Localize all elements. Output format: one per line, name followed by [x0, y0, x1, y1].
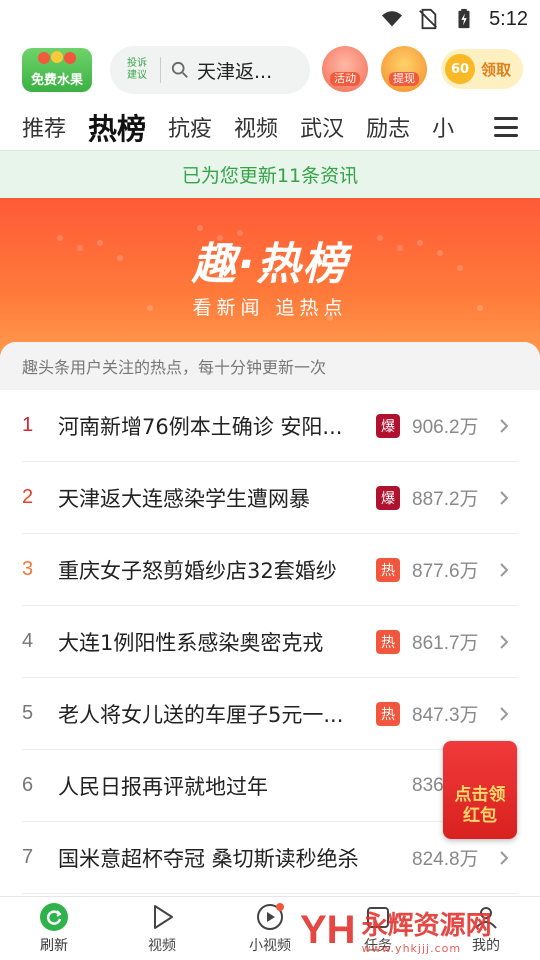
- news-title: 大连1例阳性系感染奥密克戎: [58, 630, 324, 655]
- activity-label: 活动: [330, 72, 360, 86]
- search-divider: [160, 57, 161, 83]
- hot-badge: 热: [376, 701, 400, 726]
- explosive-badge: 爆: [376, 485, 400, 510]
- activity-button[interactable]: 活动: [322, 46, 368, 92]
- news-title: 人民日报再评就地过年: [58, 774, 268, 799]
- free-fruit-button[interactable]: 免费水果: [22, 48, 92, 92]
- heat-count: 906.2万: [412, 417, 479, 438]
- nav-profile[interactable]: 我的: [432, 897, 540, 960]
- heat-count: 861.7万: [412, 633, 479, 654]
- nav-task[interactable]: 任务: [324, 897, 432, 960]
- nav-refresh-label: 刷新: [40, 938, 68, 954]
- rank-number: 7: [22, 846, 34, 868]
- nav-task-label: 任务: [364, 938, 392, 954]
- tab-inspiration[interactable]: 励志: [366, 111, 410, 143]
- clock: 5:12: [489, 7, 528, 30]
- update-notice: 已为您更新11条资讯: [0, 150, 540, 198]
- nav-profile-label: 我的: [472, 938, 500, 954]
- news-title: 老人将女儿送的车厘子5元一...: [58, 702, 344, 727]
- claim-label: 领取: [481, 60, 512, 79]
- empty-badge: [376, 774, 400, 798]
- heat-count: 887.2万: [412, 489, 479, 510]
- news-title: 天津返大连感染学生遭网暴: [58, 486, 310, 511]
- hero-subtitle: 看新闻 追热点: [192, 297, 348, 319]
- withdraw-button[interactable]: 提现: [381, 46, 427, 92]
- tab-recommend[interactable]: 推荐: [22, 111, 66, 143]
- hero-title: 趣·热榜: [191, 239, 349, 290]
- nav-video-label: 视频: [148, 938, 176, 954]
- hot-list-item[interactable]: 1 河南新增76例本土确诊 安阳... 爆 906.2万: [22, 390, 518, 462]
- hot-list-description: 趣头条用户关注的热点，每十分钟更新一次: [0, 342, 540, 390]
- rank-number: 3: [22, 558, 34, 580]
- red-packet-button[interactable]: 点击领红包: [443, 741, 517, 839]
- withdraw-label: 提现: [389, 72, 419, 86]
- search-icon: [171, 61, 188, 78]
- status-bar: 5:12: [0, 0, 540, 38]
- tab-anti-epidemic[interactable]: 抗疫: [168, 111, 212, 143]
- news-title: 河南新增76例本土确诊 安阳...: [58, 414, 343, 439]
- hot-list-item[interactable]: 4 大连1例阳性系感染奥密克戎 热 861.7万: [22, 606, 518, 678]
- nav-video[interactable]: 视频: [108, 897, 216, 960]
- rank-number: 2: [22, 486, 34, 508]
- app-header: 免费水果 投诉建议 天津返... 活动 提现 60 领取: [0, 40, 540, 100]
- rank-number: 5: [22, 702, 34, 724]
- search-bar[interactable]: 投诉建议 天津返...: [110, 46, 310, 94]
- chevron-right-icon: [500, 706, 509, 721]
- nav-small-video[interactable]: 小视频: [216, 897, 324, 960]
- news-title: 重庆女子怒剪婚纱店32套婚纱: [58, 558, 337, 583]
- hot-badge: 热: [376, 557, 400, 582]
- bottom-navigation: 刷新 视频 小视频 任务 我的: [0, 896, 540, 960]
- tab-menu-button[interactable]: [480, 104, 540, 150]
- empty-badge: [376, 846, 400, 870]
- play-icon: [154, 905, 173, 929]
- nav-refresh[interactable]: 刷新: [0, 897, 108, 960]
- notification-dot: [276, 903, 284, 911]
- chevron-right-icon: [500, 562, 509, 577]
- nav-small-video-label: 小视频: [249, 938, 291, 954]
- red-packet-label: 点击领红包: [454, 785, 506, 826]
- menu-icon: [494, 117, 518, 137]
- tab-more[interactable]: 小: [432, 111, 454, 143]
- tab-wuhan[interactable]: 武汉: [300, 111, 344, 143]
- task-icon: [367, 907, 389, 928]
- explosive-badge: 爆: [376, 413, 400, 438]
- heat-count: 847.3万: [412, 705, 479, 726]
- search-query-text: 天津返...: [197, 60, 273, 83]
- rank-number: 1: [22, 414, 34, 436]
- fruit-icon: [38, 51, 76, 64]
- hot-list-banner: 趣·热榜 看新闻 追热点: [0, 198, 540, 358]
- chevron-right-icon: [500, 850, 509, 865]
- claim-coins-button[interactable]: 60 领取: [441, 49, 523, 89]
- hot-badge: 热: [376, 629, 400, 654]
- chevron-right-icon: [500, 418, 509, 433]
- news-title: 国米意超杯夺冠 桑切斯读秒绝杀: [58, 846, 359, 871]
- tab-video[interactable]: 视频: [234, 111, 278, 143]
- hot-list-item[interactable]: 5 老人将女儿送的车厘子5元一... 热 847.3万: [22, 678, 518, 750]
- tab-hot-list[interactable]: 热榜: [88, 106, 146, 148]
- rank-number: 6: [22, 774, 34, 796]
- heat-count: 877.6万: [412, 561, 479, 582]
- battery-charging-icon: [458, 8, 470, 29]
- chevron-right-icon: [500, 490, 509, 505]
- refresh-icon: [40, 903, 68, 931]
- free-fruit-label: 免费水果: [30, 73, 83, 88]
- complaint-suggestion-link[interactable]: 投诉建议: [124, 58, 150, 82]
- profile-icon: [475, 907, 497, 929]
- wifi-icon: [381, 11, 403, 27]
- coin-icon: 60: [445, 54, 475, 84]
- hot-list-item[interactable]: 2 天津返大连感染学生遭网暴 爆 887.2万: [22, 462, 518, 534]
- hot-list-item[interactable]: 3 重庆女子怒剪婚纱店32套婚纱 热 877.6万: [22, 534, 518, 606]
- heat-count: 824.8万: [412, 849, 479, 870]
- rank-number: 4: [22, 630, 34, 652]
- chevron-right-icon: [500, 634, 509, 649]
- category-tabs: 推荐 热榜 抗疫 视频 武汉 励志 小: [0, 104, 540, 150]
- no-sim-icon: [419, 8, 437, 30]
